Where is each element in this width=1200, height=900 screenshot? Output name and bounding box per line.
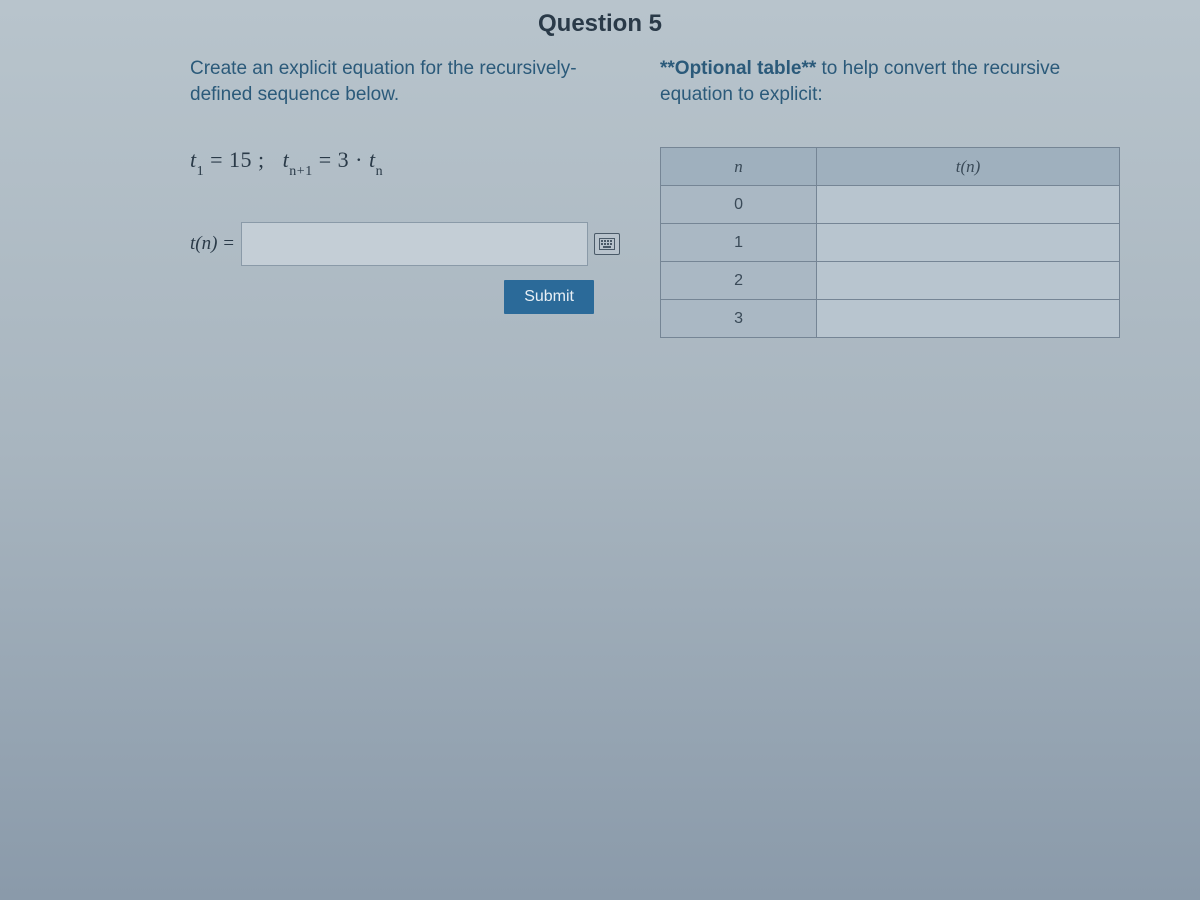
submit-row: Submit (190, 280, 620, 314)
eq-coef: 3 (338, 147, 350, 172)
cell-tn-0[interactable] (817, 186, 1120, 224)
table-row: 0 (661, 186, 1120, 224)
eq-sep: ; (258, 147, 283, 172)
answer-row: t(n) = (190, 222, 620, 266)
eq-eq1: = (210, 147, 229, 172)
eq-t1-var: t (190, 147, 197, 172)
keypad-icon[interactable] (594, 233, 620, 255)
header-n: n (661, 148, 817, 186)
optional-table-intro: **Optional table** to help convert the r… (660, 56, 1120, 107)
answer-label: t(n) = (190, 233, 235, 255)
eq-t1-val: 15 (229, 147, 252, 172)
table-header-row: n t(n) (661, 148, 1120, 186)
header-tn: t(n) (817, 148, 1120, 186)
table-row: 2 (661, 262, 1120, 300)
eq-dot: · (355, 147, 369, 172)
eq-tnext-sub: n+1 (289, 164, 312, 179)
answer-input[interactable] (241, 222, 588, 266)
cell-tn-1[interactable] (817, 224, 1120, 262)
eq-tn-sub: n (376, 164, 384, 179)
table-row: 1 (661, 224, 1120, 262)
recursive-equation: t1 = 15 ; tn+1 = 3 · tn (190, 147, 620, 177)
content-row: Create an explicit equation for the recu… (30, 56, 1170, 338)
cell-tn-3[interactable] (817, 300, 1120, 338)
submit-button[interactable]: Submit (504, 280, 594, 314)
left-column: Create an explicit equation for the recu… (190, 56, 620, 338)
question-title: Question 5 (30, 10, 1170, 38)
eq-tn-var: t (369, 147, 376, 172)
cell-n-0: 0 (661, 186, 817, 224)
helper-table: n t(n) 0 1 2 3 (660, 147, 1120, 338)
eq-t1-sub: 1 (197, 164, 205, 179)
prompt-text: Create an explicit equation for the recu… (190, 56, 620, 107)
table-row: 3 (661, 300, 1120, 338)
cell-n-1: 1 (661, 224, 817, 262)
eq-eq2: = (319, 147, 338, 172)
optional-bold: **Optional table** (660, 58, 816, 79)
cell-n-2: 2 (661, 262, 817, 300)
right-column: **Optional table** to help convert the r… (660, 56, 1120, 338)
cell-n-3: 3 (661, 300, 817, 338)
cell-tn-2[interactable] (817, 262, 1120, 300)
